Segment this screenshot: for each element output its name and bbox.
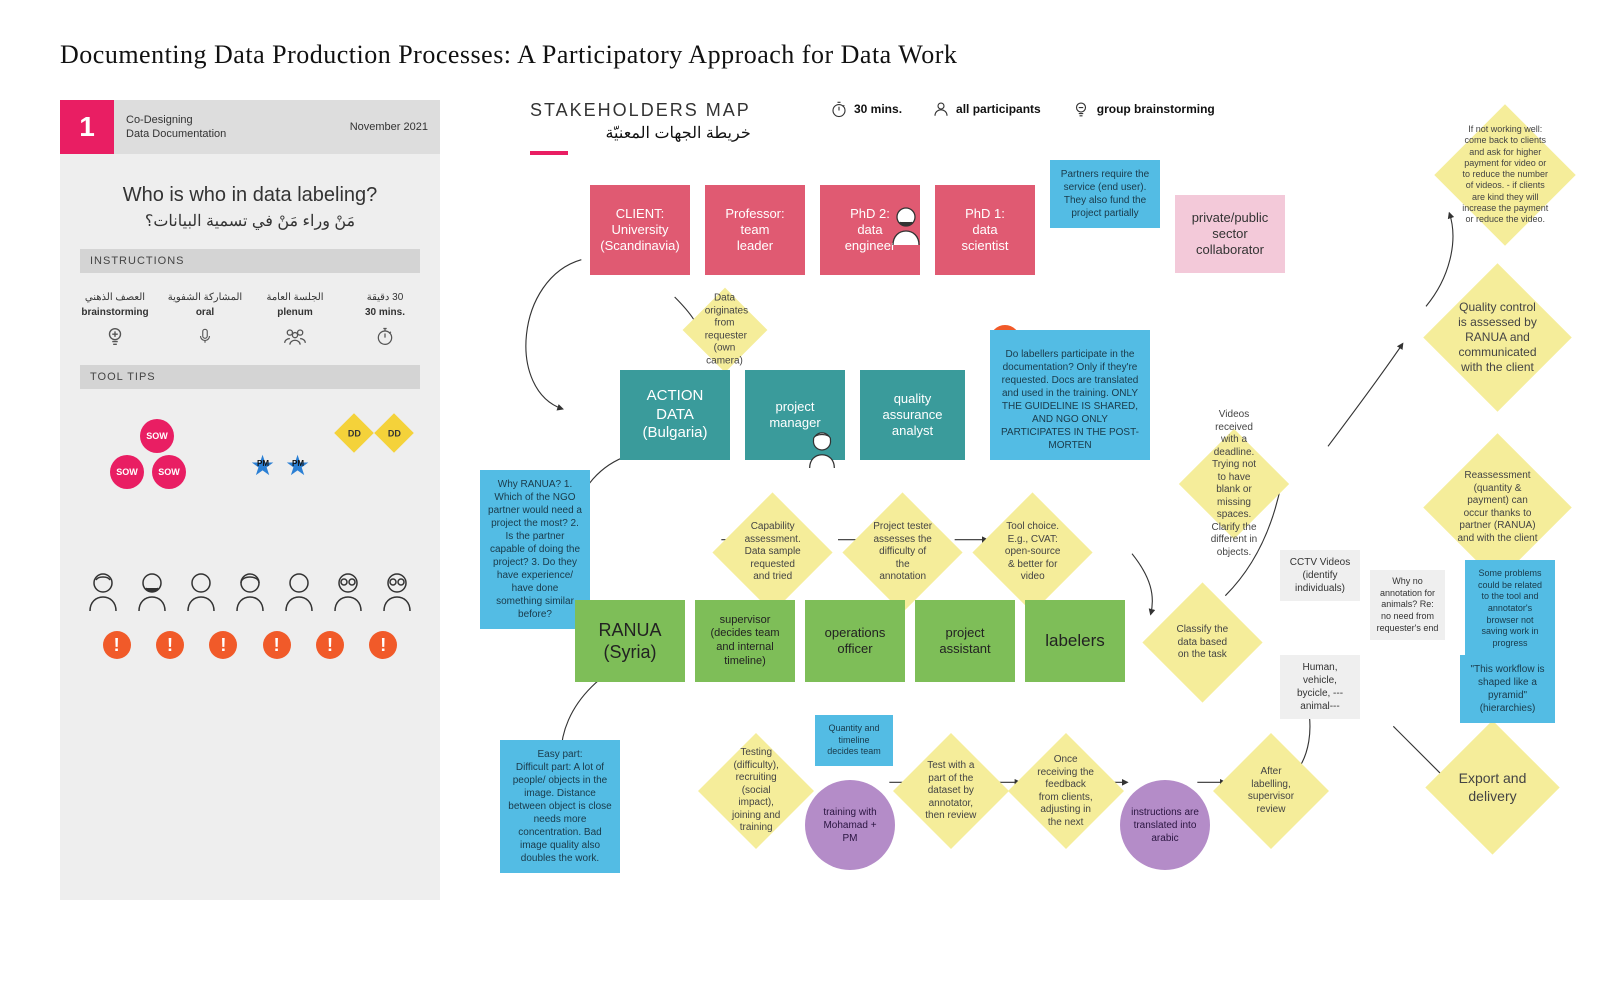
avatar-row xyxy=(60,571,440,611)
tooltips-bar: TOOL TIPS xyxy=(80,365,420,389)
sow-token: SOW xyxy=(140,419,174,453)
question-en: Who is who in data labeling? xyxy=(80,184,420,207)
avatar-icon xyxy=(380,571,414,611)
avatar-icon xyxy=(184,571,218,611)
diamond-videos: Videos received with a deadline. Trying … xyxy=(1179,429,1289,539)
note-easy-difficult: Easy part: Difficult part: A lot of peop… xyxy=(500,740,620,873)
map-title-ar: خريطة الجهات المعنيّة xyxy=(530,123,751,143)
modes-row: العصف الذهني brainstorming المشاركة الشف… xyxy=(70,291,430,347)
card-qa: quality assurance analyst xyxy=(860,370,965,460)
question-block: Who is who in data labeling? مَنْ وراء م… xyxy=(80,184,420,231)
stage: 1 Co-Designing Data Documentation Novemb… xyxy=(60,100,1540,970)
avatar-icon xyxy=(135,571,169,611)
map-title: STAKEHOLDERS MAP xyxy=(530,100,751,121)
avatar-icon xyxy=(233,571,267,611)
avatar-icon xyxy=(331,571,365,611)
legend-time: 30 mins. xyxy=(830,100,902,118)
purple-training: training with Mohamad + PM xyxy=(805,780,895,870)
sow-token: SOW xyxy=(152,455,186,489)
mode-oral: المشاركة الشفوية oral xyxy=(165,291,245,347)
diamond-tester: Project tester assesses the difficulty o… xyxy=(842,492,962,612)
card-supervisor: supervisor (decides team and internal ti… xyxy=(695,600,795,682)
card-operations: operations officer xyxy=(805,600,905,682)
card-phd1: PhD 1: data scientist xyxy=(935,185,1035,275)
legend-participants: all participants xyxy=(932,100,1041,118)
stopwatch-icon xyxy=(830,100,848,118)
gbox-noanimals: Why no annotation for animals? Re: no ne… xyxy=(1370,570,1445,640)
diamond-testing: Testing (difficulty), recruiting (social… xyxy=(698,733,814,849)
card-ranua: RANUA (Syria) xyxy=(575,600,685,682)
alert-icon: ! xyxy=(156,631,184,659)
person-icon xyxy=(932,100,950,118)
note-why-ranua: Why RANUA? 1. Which of the NGO partner w… xyxy=(480,470,590,629)
mode-time: 30 دقيقة 30 mins. xyxy=(345,291,425,347)
map-legend: 30 mins. all participants group brainsto… xyxy=(830,100,1215,118)
diamond-notworking: If not working well: come back to client… xyxy=(1434,104,1575,245)
map-canvas: STAKEHOLDERS MAP خريطة الجهات المعنيّة 3… xyxy=(460,100,1580,970)
avatar-icon xyxy=(86,571,120,611)
gbox-human: Human, vehicle, bycicle, --- animal--- xyxy=(1280,655,1360,719)
note-doc-participation: Do labellers participate in the document… xyxy=(990,330,1150,460)
avatar-icon xyxy=(282,571,316,611)
diamond-after: After labelling, supervisor review xyxy=(1213,733,1329,849)
gbox-cctv: CCTV Videos (identify individuals) xyxy=(1280,550,1360,601)
group-icon xyxy=(255,325,335,347)
diamond-feedback: Once receiving the feedback from clients… xyxy=(1008,733,1124,849)
title-underline xyxy=(530,151,568,155)
alert-icon: ! xyxy=(263,631,291,659)
diamond-capability: Capability assessment. Data sample reque… xyxy=(712,492,832,612)
dd-token: DD xyxy=(374,413,414,453)
diamond-export: Export and delivery xyxy=(1425,720,1559,854)
mic-icon xyxy=(165,325,245,347)
legend-mode: group brainstorming xyxy=(1071,100,1215,118)
page-title: Documenting Data Production Processes: A… xyxy=(60,40,1540,70)
card-number: 1 xyxy=(60,100,114,154)
subtitle-line1: Co-Designing xyxy=(126,113,326,127)
card-subtitle: Co-Designing Data Documentation xyxy=(114,100,338,154)
brainstorm-icon xyxy=(1071,100,1091,118)
alert-icon: ! xyxy=(316,631,344,659)
dd-token: DD xyxy=(334,413,374,453)
note-pyramid: "This workflow is shaped like a pyramid"… xyxy=(1460,655,1555,723)
diamond-qc-ranua: Quality control is assessed by RANUA and… xyxy=(1423,263,1571,411)
note-problems: Some problems could be related to the to… xyxy=(1465,560,1555,658)
alert-icon: ! xyxy=(369,631,397,659)
subtitle-line2: Data Documentation xyxy=(126,127,326,141)
mode-plenum: الجلسة العامة plenum xyxy=(255,291,335,347)
card-action-data: ACTION DATA (Bulgaria) xyxy=(620,370,730,460)
pm-star: ★PM xyxy=(285,449,310,482)
purple-instructions: instructions are translated into arabic xyxy=(1120,780,1210,870)
instructions-bar: INSTRUCTIONS xyxy=(80,249,420,273)
diamond-origin: Data originates from requester (own came… xyxy=(683,288,768,373)
avatar-icon xyxy=(805,430,839,468)
diamond-classify: Classify the data based on the task xyxy=(1142,582,1262,702)
note-partners: Partners require the service (end user).… xyxy=(1050,160,1160,228)
mode-brainstorming: العصف الذهني brainstorming xyxy=(75,291,155,347)
card-professor: Professor: team leader xyxy=(705,185,805,275)
pm-star: ★PM xyxy=(250,449,275,482)
left-header: 1 Co-Designing Data Documentation Novemb… xyxy=(60,100,440,154)
sow-token: SOW xyxy=(110,455,144,489)
brainstorm-icon xyxy=(75,325,155,347)
note-quantity: Quantity and timeline decides team xyxy=(815,715,893,766)
diamond-tool: Tool choice. E.g., CVAT: open-source & b… xyxy=(972,492,1092,612)
alert-icon: ! xyxy=(103,631,131,659)
alert-icon: ! xyxy=(209,631,237,659)
avatar-icon xyxy=(888,205,924,245)
tooltips-area: SOW SOW SOW DD DD ★PM ★PM ! xyxy=(60,399,440,659)
card-client: CLIENT: University (Scandinavia) xyxy=(590,185,690,275)
alert-row: ! ! ! ! ! ! xyxy=(60,631,440,659)
card-collaborator: private/public sector collaborator xyxy=(1175,195,1285,273)
card-labelers: labelers xyxy=(1025,600,1125,682)
left-panel: 1 Co-Designing Data Documentation Novemb… xyxy=(60,100,440,900)
card-project-assistant: project assistant xyxy=(915,600,1015,682)
card-date: November 2021 xyxy=(338,100,440,154)
stopwatch-icon xyxy=(345,325,425,347)
map-header: STAKEHOLDERS MAP خريطة الجهات المعنيّة xyxy=(530,100,751,155)
question-ar: مَنْ وراء مَنْ في تسمية البيانات؟ xyxy=(80,211,420,231)
diamond-testpart: Test with a part of the dataset by annot… xyxy=(893,733,1009,849)
